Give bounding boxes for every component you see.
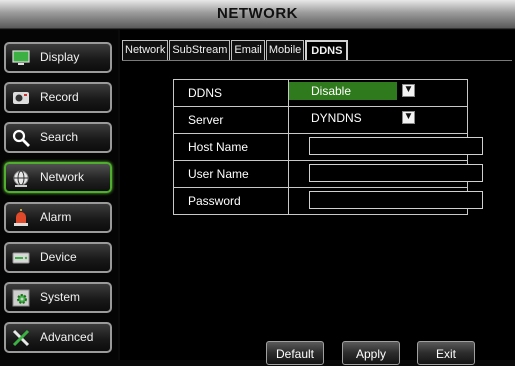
sidebar-item-label: Advanced — [40, 330, 94, 344]
tab-ddns[interactable]: DDNS — [305, 40, 349, 61]
monitor-icon — [12, 50, 30, 65]
gear-icon — [12, 289, 30, 307]
sidebar-item-record[interactable]: Record — [4, 82, 112, 113]
server-dropdown-arrow-icon[interactable]: ▼ — [402, 111, 415, 124]
magnifier-icon — [12, 129, 30, 147]
host-name-input[interactable] — [309, 137, 483, 155]
tab-divider — [122, 60, 512, 61]
user-name-input[interactable] — [309, 164, 483, 182]
hard-drive-icon — [12, 252, 30, 264]
ddns-label: DDNS — [173, 79, 289, 107]
sidebar-item-network[interactable]: Network — [4, 162, 112, 193]
sidebar-item-system[interactable]: System — [4, 282, 112, 313]
tools-icon — [12, 329, 30, 347]
settings-panel: Network SubStream Email Mobile DDNS DDNS… — [120, 30, 515, 365]
ddns-select[interactable]: Disable — [289, 82, 397, 100]
sidebar-item-label: Device — [40, 250, 77, 264]
sidebar-item-display[interactable]: Display — [4, 42, 112, 73]
sidebar-item-label: Record — [40, 90, 79, 104]
default-button[interactable]: Default — [266, 341, 324, 365]
password-label: Password — [173, 187, 289, 215]
user-name-label: User Name — [173, 160, 289, 188]
tab-substream[interactable]: SubStream — [169, 40, 231, 60]
sidebar-item-label: Network — [40, 170, 85, 184]
tab-email[interactable]: Email — [231, 40, 265, 60]
window-title: NETWORK — [0, 0, 515, 29]
sidebar-item-device[interactable]: Device — [4, 242, 112, 273]
alarm-light-icon — [14, 209, 28, 226]
server-label: Server — [173, 106, 289, 134]
sidebar-item-label: System — [40, 290, 81, 304]
sidebar-item-search[interactable]: Search — [4, 122, 112, 153]
tab-mobile[interactable]: Mobile — [265, 40, 305, 60]
sidebar: Display Record Search Network Alarm Devi… — [0, 30, 118, 360]
sidebar-item-label: Search — [40, 130, 79, 144]
tab-bar: Network SubStream Email Mobile DDNS — [122, 40, 349, 61]
server-select[interactable]: DYNDNS — [289, 109, 397, 127]
host-name-label: Host Name — [173, 133, 289, 161]
tab-network[interactable]: Network — [122, 40, 169, 60]
password-input[interactable] — [309, 191, 483, 209]
exit-button[interactable]: Exit — [417, 341, 475, 365]
sidebar-item-label: Alarm — [40, 210, 72, 224]
globe-icon — [13, 170, 29, 187]
sidebar-item-advanced[interactable]: Advanced — [4, 322, 112, 353]
sidebar-item-label: Display — [40, 50, 80, 64]
camera-icon — [13, 92, 29, 104]
sidebar-item-alarm[interactable]: Alarm — [4, 202, 112, 233]
ddns-form: DDNS Disable ▼ Server DYNDNS ▼ Host Name… — [173, 79, 483, 215]
ddns-dropdown-arrow-icon[interactable]: ▼ — [402, 84, 415, 97]
apply-button[interactable]: Apply — [342, 341, 400, 365]
